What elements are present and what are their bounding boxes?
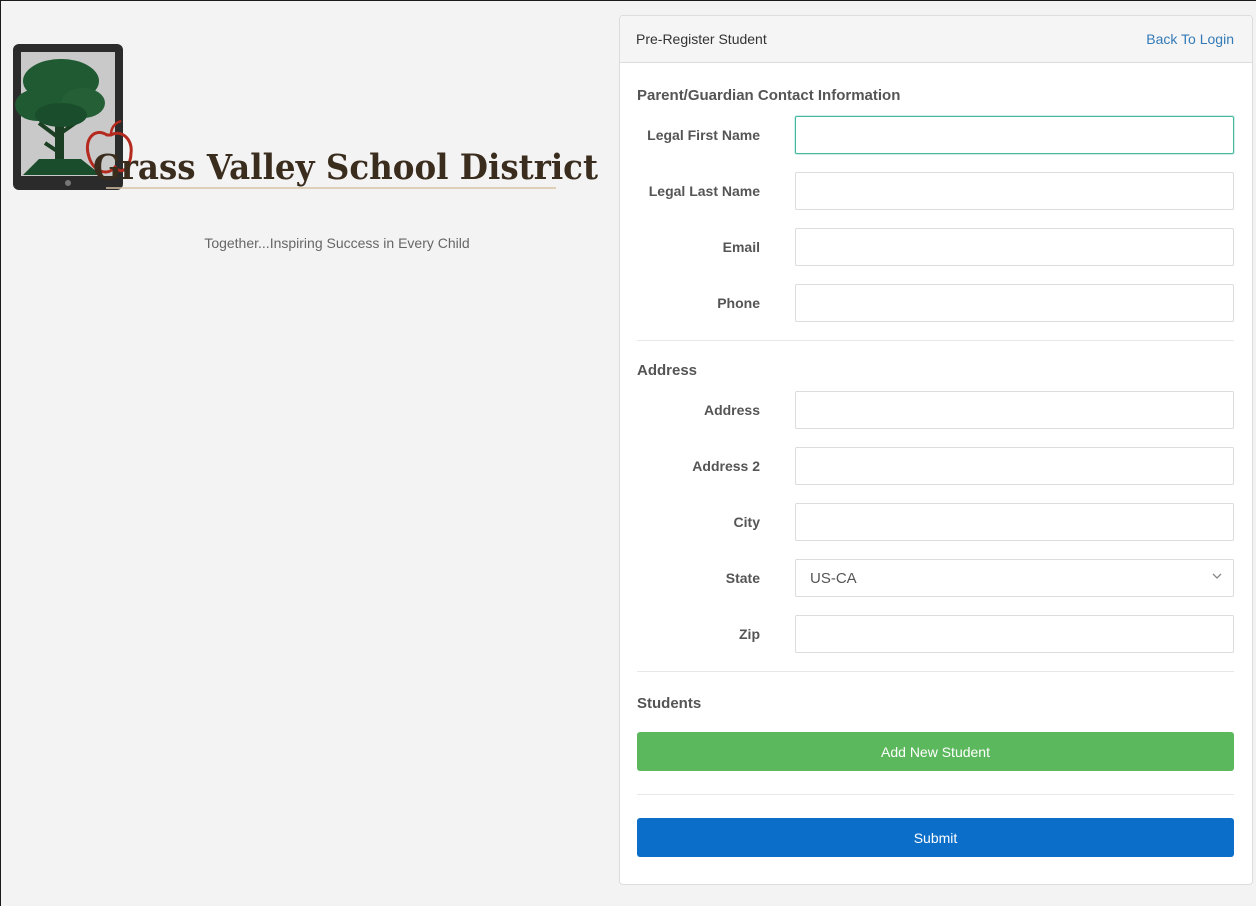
pre-register-panel: Pre-Register Student Back To Login Paren… xyxy=(619,15,1253,885)
form-row-email: Email xyxy=(637,228,1234,266)
form-row-state: State US-CA xyxy=(637,559,1234,597)
state-select-value: US-CA xyxy=(795,559,1234,597)
email-input[interactable] xyxy=(795,228,1234,266)
form-row-city: City xyxy=(637,503,1234,541)
panel-title: Pre-Register Student xyxy=(636,31,767,47)
state-label: State xyxy=(725,570,760,586)
district-tagline: Together...Inspiring Success in Every Ch… xyxy=(204,235,470,251)
address-input[interactable] xyxy=(795,391,1234,429)
city-input[interactable] xyxy=(795,503,1234,541)
back-to-login-link[interactable]: Back To Login xyxy=(1146,31,1234,47)
page-frame: Grass Valley School District Together...… xyxy=(0,0,1256,906)
form-row-address: Address xyxy=(637,391,1234,429)
add-new-student-button[interactable]: Add New Student xyxy=(637,732,1234,771)
zip-input[interactable] xyxy=(795,615,1234,653)
district-name: Grass Valley School District xyxy=(93,147,598,188)
address-section-title: Address xyxy=(637,362,698,379)
form-row-zip: Zip xyxy=(637,615,1234,653)
submit-button[interactable]: Submit xyxy=(637,818,1234,857)
district-logo: Grass Valley School District xyxy=(13,44,598,190)
contact-section-title: Parent/Guardian Contact Information xyxy=(637,87,901,104)
address-label: Address xyxy=(703,402,760,418)
first-name-label: Legal First Name xyxy=(647,127,760,143)
first-name-input[interactable] xyxy=(795,116,1234,154)
form-body: Parent/Guardian Contact Information Lega… xyxy=(620,63,1252,857)
last-name-label: Legal Last Name xyxy=(648,183,760,199)
phone-label: Phone xyxy=(717,295,760,311)
chevron-down-icon xyxy=(1212,573,1222,579)
zip-label: Zip xyxy=(739,626,760,642)
panel-header: Pre-Register Student Back To Login xyxy=(620,16,1252,63)
address-2-input[interactable] xyxy=(795,447,1234,485)
brand-area: Grass Valley School District Together...… xyxy=(1,1,611,906)
phone-input[interactable] xyxy=(795,284,1234,322)
form-row-last-name: Legal Last Name xyxy=(637,172,1234,210)
students-section-title: Students xyxy=(637,695,702,712)
form-row-first-name: Legal First Name xyxy=(637,116,1234,154)
last-name-input[interactable] xyxy=(795,172,1234,210)
form-row-address-2: Address 2 xyxy=(637,447,1234,485)
state-select[interactable]: US-CA xyxy=(795,559,1234,597)
email-label: Email xyxy=(722,239,760,255)
form-row-phone: Phone xyxy=(637,284,1234,322)
city-label: City xyxy=(733,514,760,530)
address-2-label: Address 2 xyxy=(692,458,760,474)
